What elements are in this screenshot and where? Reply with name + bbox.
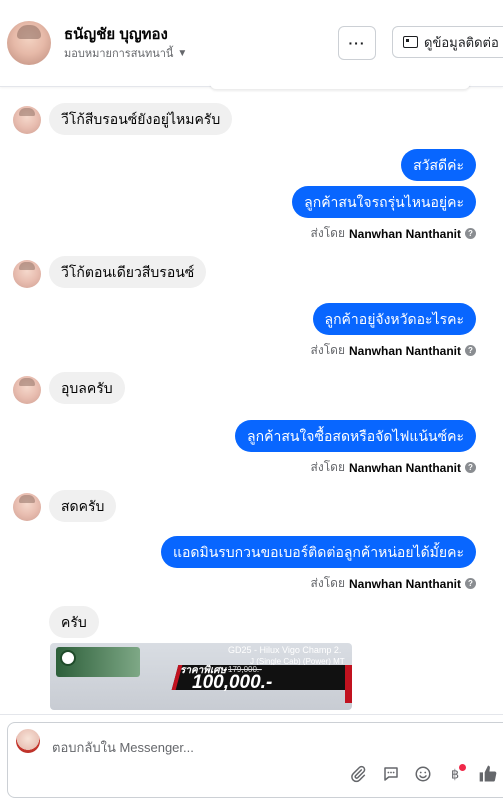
info-icon[interactable]: ? (465, 345, 476, 356)
contact-card-icon (403, 36, 418, 48)
page-avatar (16, 729, 40, 753)
image-attachment[interactable]: GD25 - Hilux Vigo Champ 2. J (Single Cab… (50, 643, 352, 710)
attachment-price: 100,000.- (192, 672, 273, 693)
sent-by-prefix: ส่งโดย (310, 343, 345, 357)
message-outgoing[interactable]: แอดมินรบกวนขอเบอร์ติดต่อลูกค้าหน่อยได้มั… (160, 536, 476, 568)
contact-avatar-small (13, 376, 41, 404)
load-older-edge (210, 83, 470, 89)
sent-by-name: Nanwhan Nanthanit (348, 226, 461, 241)
message-incoming[interactable]: สดครับ (49, 490, 117, 522)
toyota-logo-icon (60, 650, 76, 666)
emoji-icon[interactable] (412, 763, 434, 785)
info-icon[interactable]: ? (465, 462, 476, 473)
sent-by-label: ส่งโดย Nanwhan Nanthanit ? (311, 224, 476, 243)
reply-input-box[interactable] (7, 722, 503, 798)
sent-by-label: ส่งโดย Nanwhan Nanthanit ? (311, 458, 476, 477)
contact-avatar[interactable] (7, 21, 51, 65)
message-incoming[interactable]: ครับ (49, 606, 99, 638)
info-icon[interactable]: ? (465, 578, 476, 589)
attach-file-icon[interactable] (347, 763, 369, 785)
contact-avatar-small (13, 260, 41, 288)
svg-text:฿: ฿ (451, 768, 459, 783)
message-outgoing[interactable]: สวัสดีค่ะ (401, 149, 476, 181)
reply-input[interactable]: ตอบกลับใน Messenger... (52, 737, 194, 758)
info-icon[interactable]: ? (465, 228, 476, 239)
message-incoming[interactable]: วีโก้สีบรอนซ์ยังอยู่ไหมครับ (49, 103, 233, 135)
message-outgoing[interactable]: ลูกค้าสนใจรถรุ่นไหนอยู่คะ (292, 186, 476, 218)
sent-by-name: Nanwhan Nanthanit (348, 343, 461, 358)
sent-by-prefix: ส่งโดย (310, 460, 345, 474)
contact-name[interactable]: ธนัญชัย บุญทอง (64, 22, 168, 46)
contact-info-label: ดูข้อมูลติดต่อ (424, 34, 499, 50)
sent-by-label: ส่งโดย Nanwhan Nanthanit ? (311, 341, 476, 360)
like-thumbs-up-icon[interactable] (476, 763, 500, 785)
message-incoming[interactable]: วีโก้ตอนเดียวสีบรอนซ์ (49, 256, 207, 288)
sent-by-prefix: ส่งโดย (310, 576, 345, 590)
caret-down-icon: ▼ (177, 47, 188, 59)
message-outgoing[interactable]: ลูกค้าอยู่จังหวัดอะไรคะ (312, 303, 476, 335)
reply-composer: ตอบกลับใน Messenger... ฿ (0, 714, 503, 801)
red-accent (345, 665, 352, 703)
contact-avatar-small (13, 493, 41, 521)
assign-conversation-dropdown[interactable]: มอบหมายการสนทนานี้ ▼ (64, 44, 187, 62)
attachment-model-text: GD25 - Hilux Vigo Champ 2. (228, 645, 342, 655)
message-incoming[interactable]: อุบลครับ (49, 372, 125, 404)
notification-dot (459, 764, 466, 771)
message-outgoing[interactable]: ลูกค้าสนใจซื้อสดหรือจัดไฟแน้นซ์คะ (235, 420, 476, 452)
more-options-button[interactable]: ··· (338, 26, 376, 60)
conversation-header: ธนัญชัย บุญทอง มอบหมายการสนทนานี้ ▼ ··· … (0, 0, 503, 87)
view-contact-info-button[interactable]: ดูข้อมูลติดต่อ (392, 26, 503, 58)
saved-replies-icon[interactable] (380, 763, 402, 785)
sent-by-prefix: ส่งโดย (310, 226, 345, 240)
sent-by-name: Nanwhan Nanthanit (348, 576, 461, 591)
sent-by-label: ส่งโดย Nanwhan Nanthanit ? (311, 574, 476, 593)
contact-avatar-small (13, 106, 41, 134)
sent-by-name: Nanwhan Nanthanit (348, 460, 461, 475)
assign-label: มอบหมายการสนทนานี้ (64, 48, 174, 60)
